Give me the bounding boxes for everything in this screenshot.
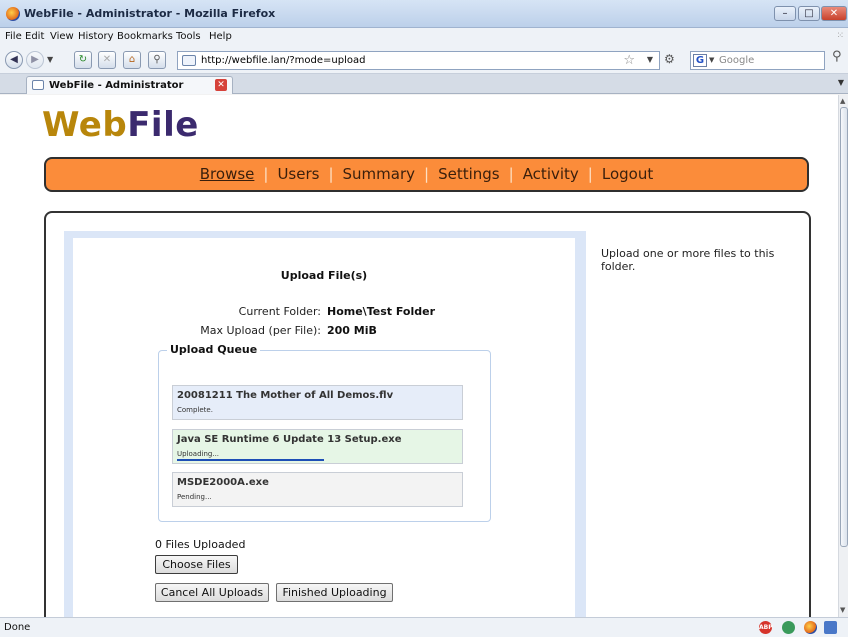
url-dropdown-icon[interactable]: ▼ [647, 55, 653, 64]
queue-item-status: Complete. [177, 406, 213, 414]
vertical-scrollbar[interactable]: ▲ ▼ [838, 95, 848, 617]
history-dropdown-icon[interactable]: ▼ [47, 55, 53, 64]
tab-list-icon[interactable]: ▼ [838, 78, 844, 87]
close-window-button[interactable]: ✕ [821, 6, 847, 21]
nav-summary[interactable]: Summary [337, 165, 422, 183]
nav-separator: | [587, 165, 593, 183]
scroll-down-icon[interactable]: ▼ [840, 606, 845, 614]
tab-webfile[interactable]: WebFile - Administrator ✕ [26, 76, 233, 94]
browser-window: WebFile - Administrator - Mozilla Firefo… [0, 0, 848, 637]
minimize-button[interactable]: – [774, 6, 796, 21]
maximize-button[interactable]: □ [798, 6, 820, 21]
scrollbar-thumb[interactable] [840, 107, 848, 547]
nav-separator: | [328, 165, 334, 183]
files-uploaded-count: 0 Files Uploaded [155, 538, 246, 551]
max-upload-label: Max Upload (per File): [200, 324, 321, 337]
upload-title: Upload File(s) [280, 269, 368, 282]
choose-files-button[interactable]: Choose Files [155, 555, 238, 574]
title-bar: WebFile - Administrator - Mozilla Firefo… [0, 0, 848, 28]
nav-users[interactable]: Users [271, 165, 325, 183]
current-folder-label: Current Folder: [238, 305, 321, 318]
nav-separator: | [508, 165, 514, 183]
firefox-logo-icon [6, 7, 20, 21]
status-text: Done [4, 622, 31, 633]
side-help-text: Upload one or more files to this folder. [601, 247, 775, 273]
nav-browse[interactable]: Browse [194, 165, 261, 183]
tab-close-icon[interactable]: ✕ [215, 79, 227, 91]
search-input[interactable]: G ▼ Google [690, 51, 825, 70]
magnifier-icon[interactable]: ⚲ [832, 49, 842, 64]
home-icon[interactable]: ⌂ [123, 51, 141, 69]
tab-page-icon [32, 80, 44, 90]
addon-icon[interactable]: ⚙ [664, 52, 675, 66]
logo-web: Web [42, 105, 128, 145]
firefox-status-icon[interactable] [804, 621, 817, 634]
current-folder-value: Home\Test Folder [327, 305, 435, 318]
menu-file[interactable]: File [5, 31, 22, 42]
cancel-all-uploads-button[interactable]: Cancel All Uploads [155, 583, 269, 602]
page-content: WebFile Browse | Users | Summary | Settings | Ac… [0, 95, 838, 617]
nav-activity[interactable]: Activity [517, 165, 585, 183]
menu-tools[interactable]: Tools [176, 31, 201, 42]
queue-item-status: Pending... [177, 493, 212, 501]
nav-separator: | [424, 165, 430, 183]
nav-settings[interactable]: Settings [432, 165, 506, 183]
nav-items: Browse | Users | Summary | Settings | Activity | L… [46, 159, 807, 190]
finished-uploading-button[interactable]: Finished Uploading [276, 583, 393, 602]
upload-progress-fill [177, 459, 324, 461]
search-placeholder: Google [719, 55, 755, 66]
webfile-logo: WebFile [42, 105, 199, 145]
menu-bar: File Edit View History Bookmarks Tools H… [0, 28, 848, 46]
queue-item-name: Java SE Runtime 6 Update 13 Setup.exe [177, 434, 402, 445]
menu-bookmarks[interactable]: Bookmarks [117, 31, 173, 42]
star-icon[interactable]: ☆ [623, 53, 635, 68]
scroll-up-icon[interactable]: ▲ [840, 97, 845, 105]
url-text[interactable]: http://webfile.lan/?mode=upload [201, 55, 365, 66]
menu-help[interactable]: Help [209, 31, 232, 42]
grip-icon: ⁙ [836, 31, 844, 41]
queue-item-name: 20081211 The Mother of All Demos.flv [177, 390, 394, 401]
queue-item-pending: MSDE2000A.exe Pending... [172, 472, 463, 507]
max-upload-value: 200 MiB [327, 324, 377, 337]
tab-bar: WebFile - Administrator ✕ ▼ [0, 74, 848, 94]
search-engine-dropdown-icon[interactable]: ▼ [709, 56, 714, 64]
tab-label: WebFile - Administrator [49, 80, 184, 91]
google-icon[interactable]: G [693, 54, 707, 67]
menu-history[interactable]: History [78, 31, 114, 42]
stop-icon[interactable]: ✕ [98, 51, 116, 69]
menu-edit[interactable]: Edit [25, 31, 44, 42]
upload-frame: Upload File(s) Current Folder: Home\Test… [64, 231, 586, 617]
upload-form: Upload File(s) Current Folder: Home\Test… [73, 238, 575, 617]
addon-status-icon[interactable] [782, 621, 795, 634]
navigation-toolbar: ◀ ▶ ▼ ↻ ✕ ⌂ ⚲ http://webfile.lan/?mode=u… [0, 46, 848, 74]
queue-item-status: Uploading... [177, 450, 220, 458]
grid-status-icon[interactable] [824, 621, 837, 634]
upload-queue: Upload Queue 20081211 The Mother of All … [158, 343, 491, 522]
reload-icon[interactable]: ↻ [74, 51, 92, 69]
forward-icon[interactable]: ▶ [26, 51, 44, 69]
upload-queue-title: Upload Queue [167, 343, 261, 356]
bookmark-menu-icon[interactable]: ⚲ [148, 51, 166, 69]
queue-item-complete: 20081211 The Mother of All Demos.flv Com… [172, 385, 463, 420]
content-panel: Upload File(s) Current Folder: Home\Test… [44, 211, 811, 617]
back-icon[interactable]: ◀ [5, 51, 23, 69]
logo-file: File [127, 105, 199, 145]
page-icon [182, 55, 196, 66]
url-bar[interactable]: http://webfile.lan/?mode=upload ☆ ▼ [177, 51, 660, 70]
nav-separator: | [263, 165, 269, 183]
window-title: WebFile - Administrator - Mozilla Firefo… [24, 7, 276, 20]
status-bar: Done ABP [0, 617, 848, 637]
queue-item-uploading: Java SE Runtime 6 Update 13 Setup.exe Up… [172, 429, 463, 464]
main-navigation: Browse | Users | Summary | Settings | Activity | L… [44, 157, 809, 192]
nav-logout[interactable]: Logout [596, 165, 659, 183]
queue-item-name: MSDE2000A.exe [177, 477, 269, 488]
adblock-icon[interactable]: ABP [759, 621, 773, 634]
upload-progress-bar [177, 459, 459, 461]
menu-view[interactable]: View [50, 31, 74, 42]
